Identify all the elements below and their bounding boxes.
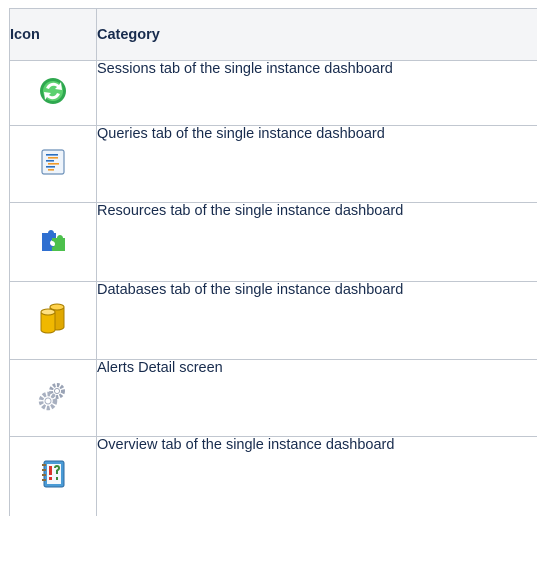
table-header-row: Icon Category [9,8,537,61]
category-text: Queries tab of the single instance dashb… [96,125,537,203]
table-row: Resources tab of the single instance das… [9,202,537,282]
table-row: Sessions tab of the single instance dash… [9,60,537,126]
category-text: Sessions tab of the single instance dash… [96,60,537,126]
resources-icon [38,225,68,255]
category-text: Alerts Detail screen [96,359,537,437]
header-category: Category [96,8,537,61]
icon-category-table: Icon Category Sessions tab of the single… [9,8,537,516]
table-row: Alerts Detail screen [9,359,537,437]
header-icon: Icon [9,8,97,61]
icon-cell [9,281,97,360]
category-text: Databases tab of the single instance das… [96,281,537,360]
overview-icon [38,458,68,490]
icon-cell [9,202,97,282]
alerts-icon [37,380,69,412]
sessions-icon [37,75,69,107]
icon-cell [9,60,97,126]
table-row: Overview tab of the single instance dash… [9,436,537,516]
icon-cell [9,125,97,203]
category-text: Resources tab of the single instance das… [96,202,537,282]
queries-icon [38,147,68,177]
icon-cell [9,436,97,516]
databases-icon [37,301,69,335]
icon-cell [9,359,97,437]
table-row: Queries tab of the single instance dashb… [9,125,537,203]
table-row: Databases tab of the single instance das… [9,281,537,360]
category-text: Overview tab of the single instance dash… [96,436,537,516]
